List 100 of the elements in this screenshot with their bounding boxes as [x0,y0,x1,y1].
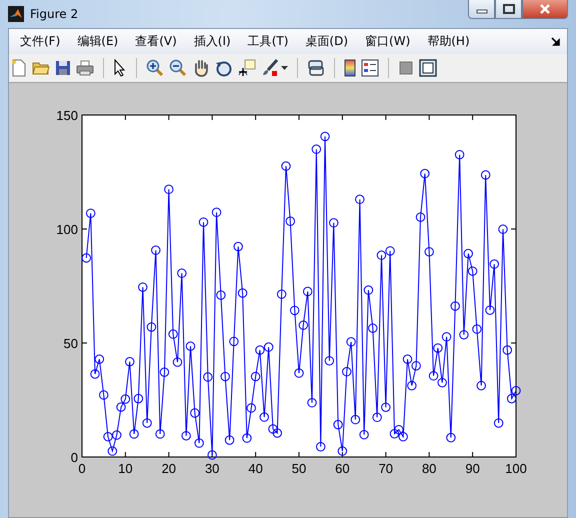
data-point [203,372,213,382]
data-point [172,357,182,367]
data-point [350,414,360,424]
data-point [424,247,434,256]
data-point [151,246,160,255]
data-point [464,248,473,258]
data-point [103,432,113,442]
y-tick-label: 0 [70,450,78,465]
data-point [385,246,395,256]
data-point [480,170,490,180]
data-point [120,394,130,404]
close-icon [539,4,551,14]
data-point [416,212,426,222]
x-tick-label: 80 [422,461,436,476]
data-point [99,390,108,400]
x-tick-label: 50 [292,461,306,476]
data-point [224,435,234,445]
pointer-icon[interactable] [113,59,127,77]
folder-icon[interactable] [32,60,50,76]
data-point [302,286,312,296]
close-button[interactable] [522,0,568,19]
data-point [420,168,430,178]
data-point [281,161,291,171]
window-icon[interactable] [419,59,437,77]
app-logo-icon [8,6,24,22]
data-point [276,290,286,299]
maximize-icon [502,4,514,14]
data-cursor-icon[interactable] [238,59,256,77]
x-tick-label: 70 [378,461,394,476]
menu-item[interactable]: 文件(F) [13,30,68,52]
data-point [454,150,464,160]
dock-arrow-icon[interactable] [551,36,561,46]
menu-item[interactable]: 查看(V) [128,30,184,52]
data-point [86,208,96,218]
data-point [428,371,438,381]
printer-icon[interactable] [76,60,94,76]
data-point [246,403,256,413]
data-point [402,354,412,364]
data-point [494,418,504,428]
menu-item[interactable]: 帮助(H) [420,30,477,52]
data-point [312,144,322,154]
y-tick-label: 50 [64,336,78,351]
data-point [320,132,330,142]
zoom-in-icon[interactable] [146,59,164,77]
legend-icon[interactable] [361,59,379,77]
data-point [390,429,400,438]
zoom-out-icon[interactable] [169,59,187,77]
data-point [90,369,100,379]
menu-item[interactable]: 窗口(W) [358,30,418,52]
data-point [134,394,144,404]
data-point [407,380,417,390]
data-point [472,324,482,334]
data-point [394,424,404,434]
menu-item[interactable]: 桌面(D) [298,30,356,52]
brush-icon[interactable] [261,59,279,77]
data-point [381,402,390,412]
data-point [346,337,356,347]
data-point [446,432,456,442]
data-point [498,224,508,234]
square-icon[interactable] [398,60,414,76]
data-point [506,394,516,404]
data-point [208,450,217,460]
link-icon[interactable] [307,59,325,77]
data-point [234,242,243,252]
hand-icon[interactable] [192,59,210,77]
data-point [255,345,265,355]
data-point [359,430,369,440]
minimize-button[interactable] [468,0,495,19]
menu-item[interactable]: 插入(I) [186,30,238,52]
window-title: Figure 2 [30,7,78,21]
data-point [268,424,278,434]
colorbar-icon[interactable] [344,59,356,77]
data-point [333,420,343,430]
data-point [364,285,374,295]
data-point [329,218,338,228]
data-point [376,250,386,260]
data-point [476,380,486,390]
x-tick-label: 10 [118,461,133,476]
data-point [511,386,521,396]
data-point [190,408,200,418]
save-icon[interactable] [55,60,71,76]
data-point [433,343,443,353]
data-point [298,320,308,330]
new-file-icon[interactable] [11,59,27,77]
data-point [212,208,222,218]
data-point [142,418,152,428]
rotate-icon[interactable] [215,59,233,77]
data-point [186,342,196,351]
caret-icon[interactable] [281,66,288,70]
data-point [264,342,274,352]
menu-item[interactable]: 编辑(E) [70,30,126,52]
data-point [442,332,452,342]
data-point [272,428,282,438]
data-point [125,357,134,366]
data-point [108,446,118,456]
maximize-button[interactable] [495,0,522,19]
data-point [290,306,300,316]
data-point [94,354,104,364]
data-point [338,446,348,456]
menu-item[interactable]: 工具(T) [240,30,296,52]
